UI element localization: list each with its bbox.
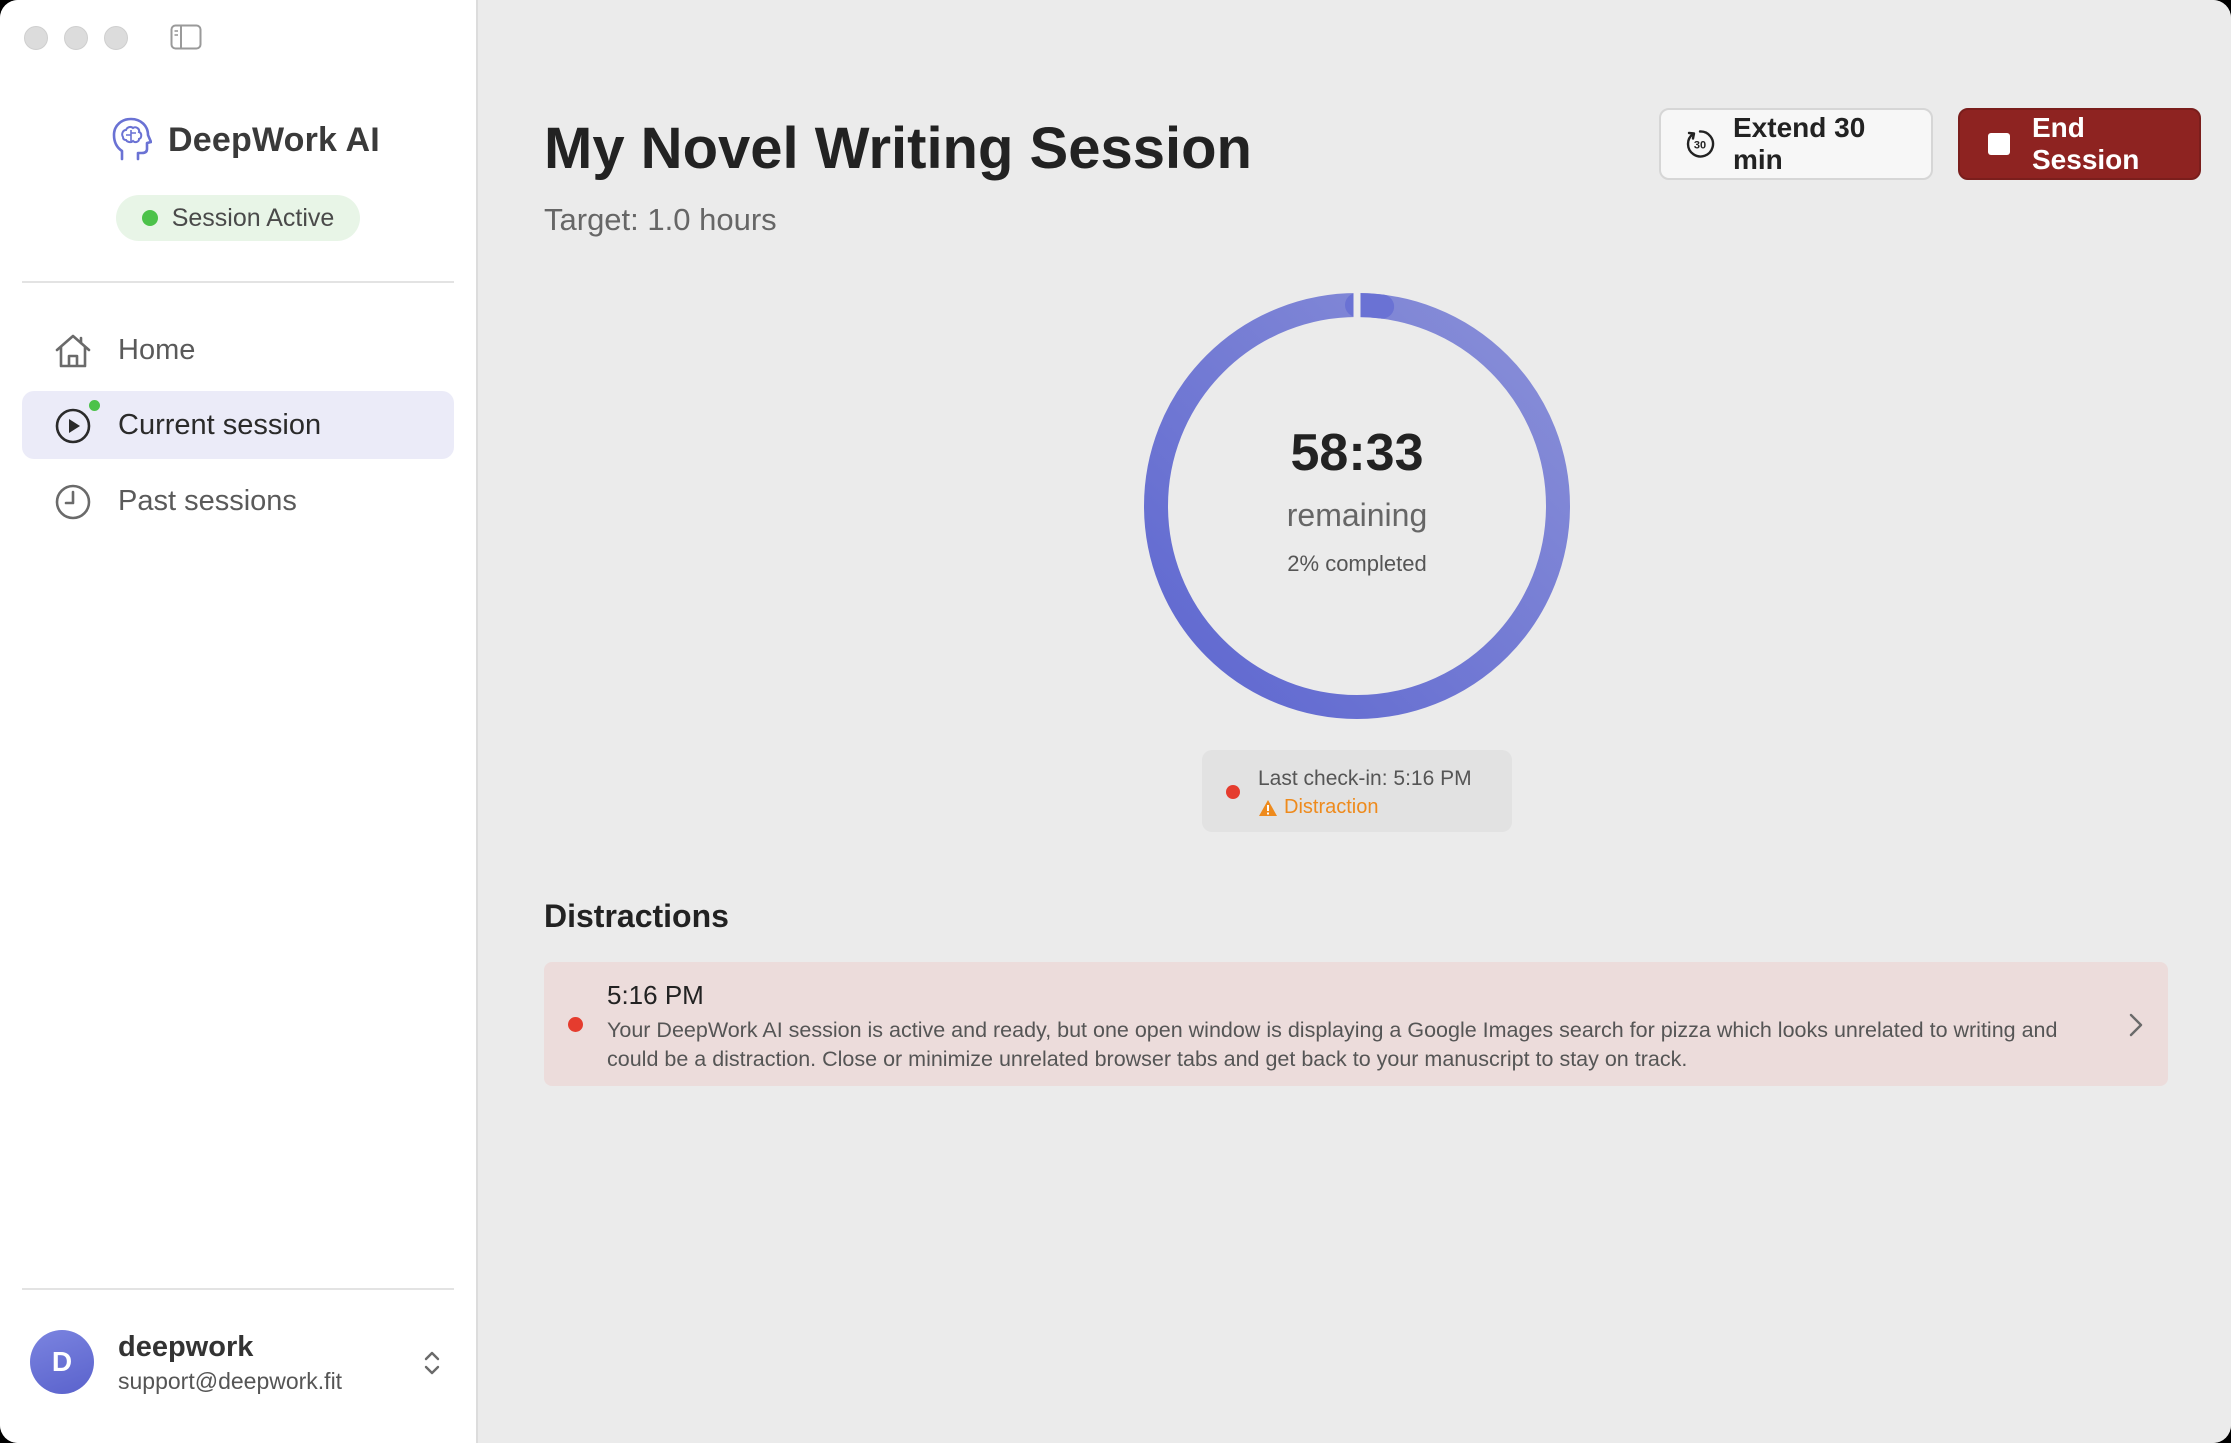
minimize-window-button[interactable] [64, 26, 88, 50]
sidebar-divider [22, 281, 454, 283]
last-checkin-time: Last check-in: 5:16 PM [1258, 767, 1472, 790]
sidebar-item-label: Past sessions [118, 484, 297, 517]
checkin-status-label: Distraction [1284, 796, 1379, 818]
checkin-status: Distraction [1258, 796, 1378, 819]
user-email: support@deepwork.fit [118, 1368, 343, 1394]
close-window-button[interactable] [24, 26, 48, 50]
checkin-status-dot [1226, 785, 1240, 799]
session-status-badge: Session Active [116, 195, 360, 241]
sidebar: DeepWork AI Session Active Home Current … [0, 0, 478, 1443]
sidebar-item-home[interactable]: Home [22, 316, 454, 384]
percent-completed: 2% completed [1287, 551, 1427, 576]
sidebar-item-label: Current session [118, 408, 322, 441]
play-circle-icon [55, 408, 91, 444]
timer-30-label: 30 [1694, 140, 1706, 152]
sidebar-item-current-session[interactable]: Current session [22, 391, 454, 459]
distraction-message: Your DeepWork AI session is active and r… [607, 1018, 2058, 1071]
distraction-dot-icon [568, 1017, 583, 1032]
status-dot-icon [141, 210, 158, 226]
sidebar-item-label: Home [118, 333, 196, 366]
user-account-menu[interactable]: D deepwork support@deepwork.fit [30, 1330, 450, 1400]
end-button-label: End Session [2032, 112, 2140, 175]
avatar: D [30, 1330, 94, 1394]
distraction-time: 5:16 PM [607, 980, 704, 1010]
time-remaining: 58:33 [1290, 424, 1424, 482]
sidebar-divider [22, 1288, 454, 1290]
chevron-right-icon [2129, 1013, 2143, 1037]
app-window: DeepWork AI Session Active Home Current … [0, 0, 2231, 1443]
end-session-button[interactable]: End Session [1958, 108, 2201, 180]
clock-icon [55, 484, 91, 520]
page-title: My Novel Writing Session [544, 116, 1252, 181]
brand: DeepWork AI [110, 116, 380, 164]
main-content: My Novel Writing Session Target: 1.0 hou… [480, 0, 2231, 1443]
distraction-list-item[interactable]: 5:16 PM Your DeepWork AI session is acti… [544, 962, 2168, 1086]
session-status-text: Session Active [171, 203, 335, 232]
remaining-label: remaining [1286, 497, 1428, 533]
user-name: deepwork [118, 1331, 254, 1363]
distractions-heading: Distractions [544, 898, 729, 934]
timer-30-icon: 30 [1686, 130, 1715, 158]
sidebar-item-past-sessions[interactable]: Past sessions [22, 467, 454, 535]
session-target: Target: 1.0 hours [544, 202, 777, 237]
extend-session-button[interactable]: 30 Extend 30 min [1659, 108, 1933, 180]
app-name: DeepWork AI [168, 120, 380, 159]
stop-icon [1988, 133, 2010, 155]
last-checkin-card: Last check-in: 5:16 PM Distraction [1202, 750, 1512, 832]
home-icon [55, 334, 91, 368]
zoom-window-button[interactable] [104, 26, 128, 50]
extend-button-label: Extend 30 min [1733, 112, 1866, 175]
active-indicator-dot [87, 398, 102, 413]
sidebar-toggle-icon[interactable] [170, 24, 202, 50]
brain-head-icon [112, 117, 152, 161]
session-progress-ring: 58:33 remaining 2% completed [1140, 289, 1574, 723]
warning-icon [1259, 799, 1277, 816]
chevron-up-down-icon[interactable] [420, 1348, 444, 1378]
